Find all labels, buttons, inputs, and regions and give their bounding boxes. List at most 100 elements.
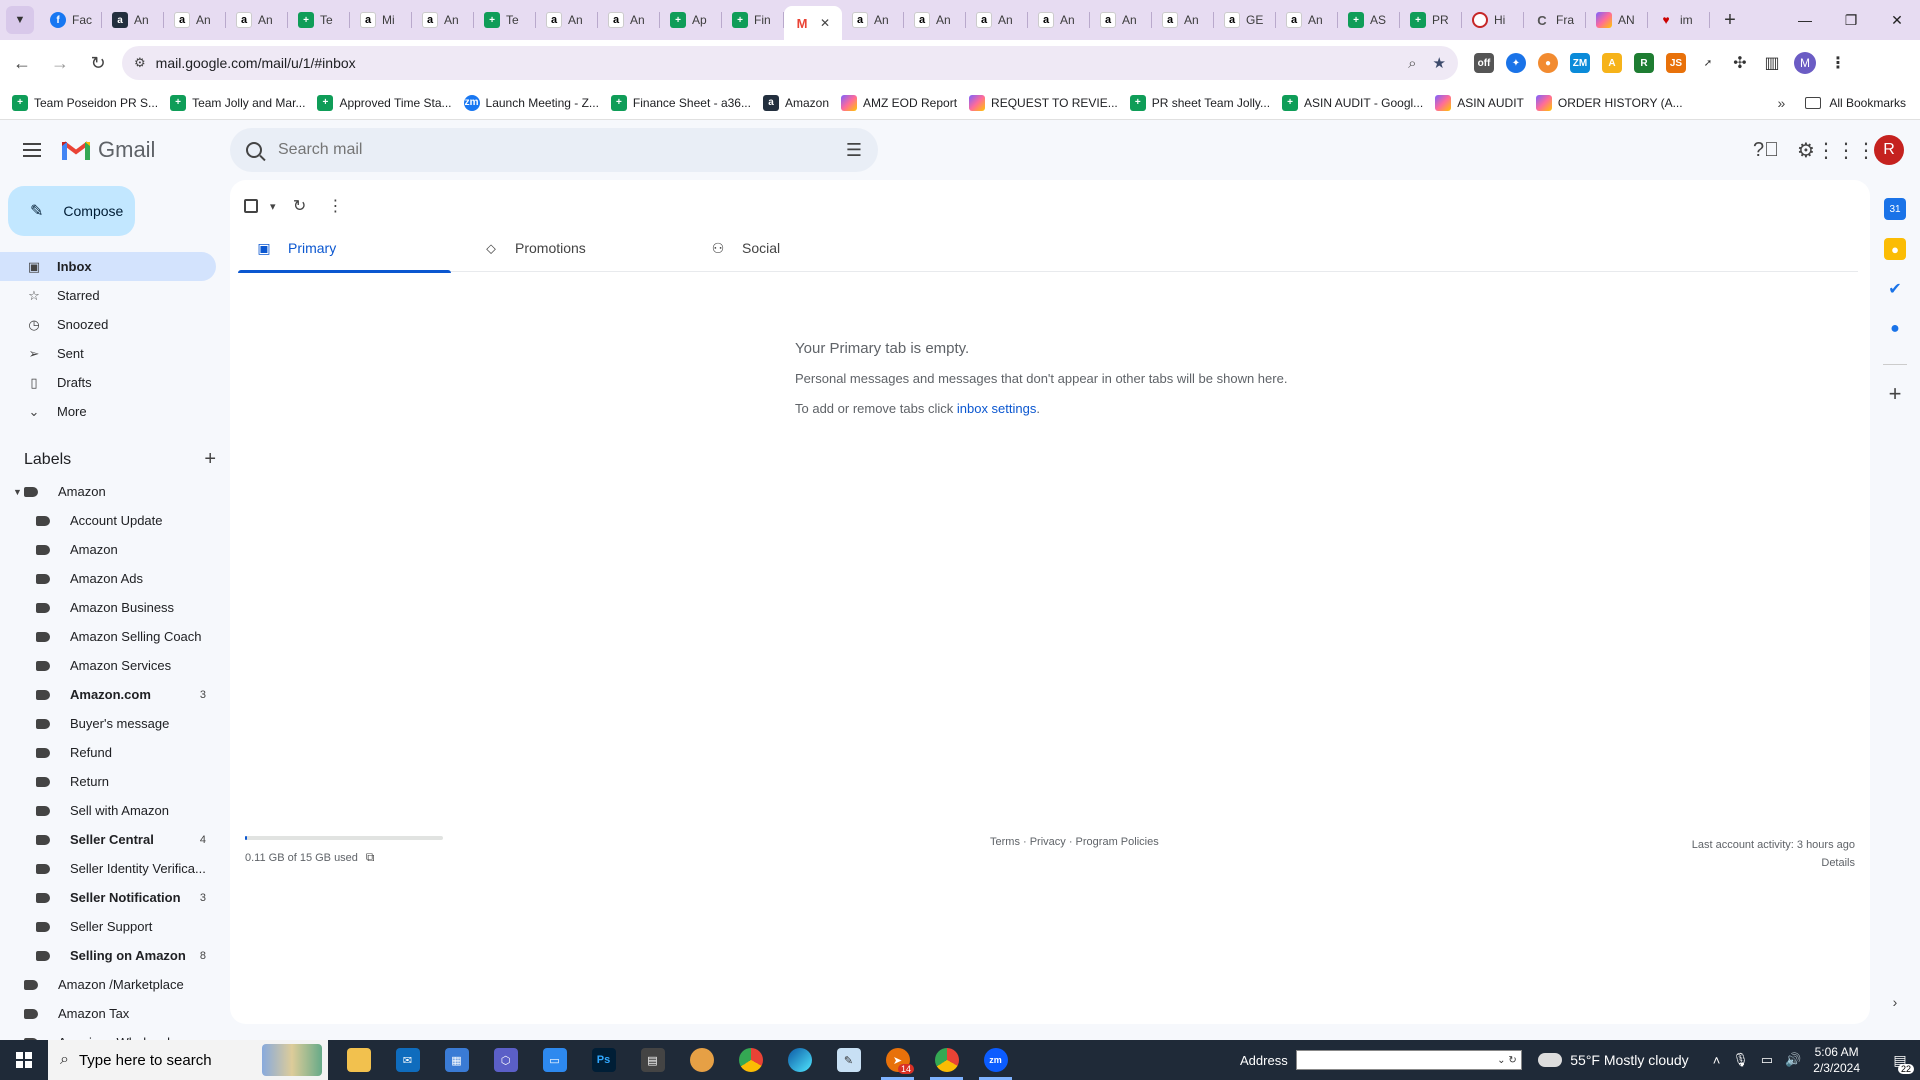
browser-tab[interactable]: + Te	[474, 0, 536, 40]
nav-item-snoozed[interactable]: ◷ Snoozed	[0, 310, 216, 339]
teams-app[interactable]: ⬡	[481, 1040, 530, 1080]
external-link-icon[interactable]: ⧉	[366, 850, 375, 865]
tab-social[interactable]: ⚇ Social	[692, 224, 919, 272]
browser-tab[interactable]: a Mi	[350, 0, 412, 40]
label-item[interactable]: Amazon	[0, 535, 216, 564]
reload-button[interactable]: ↻	[82, 47, 114, 79]
weather-widget[interactable]: 55°F Mostly cloudy	[1534, 1047, 1689, 1068]
browser-tab[interactable]: a An	[1152, 0, 1214, 40]
game-app[interactable]	[677, 1040, 726, 1080]
search-options-icon[interactable]: ☰	[846, 140, 862, 161]
browser-tab[interactable]: C Fra	[1524, 0, 1586, 40]
nav-item-drafts[interactable]: ▯ Drafts	[0, 368, 216, 397]
address-input[interactable]: ⌄ ↻	[1295, 1050, 1522, 1070]
bookmark-item[interactable]: + Approved Time Sta...	[317, 94, 452, 111]
browser-tab[interactable]: a GE	[1214, 0, 1276, 40]
file-explorer-app[interactable]	[334, 1040, 383, 1080]
label-item[interactable]: Refund	[0, 738, 216, 767]
site-info-icon[interactable]: ⚙	[134, 55, 146, 71]
label-item[interactable]: Seller Central 4	[0, 825, 216, 854]
more-bookmarks-icon[interactable]: »	[1778, 95, 1786, 111]
label-item[interactable]: Seller Notification 3	[0, 883, 216, 912]
label-item[interactable]: Account Update	[0, 506, 216, 535]
help-icon[interactable]: ?⃝	[1746, 130, 1786, 170]
browser-tab[interactable]: AN	[1586, 0, 1648, 40]
mail-app[interactable]: ✉	[383, 1040, 432, 1080]
zoom-icon[interactable]: ⌕	[1408, 55, 1416, 72]
bookmark-item[interactable]: AMZ EOD Report	[841, 94, 957, 111]
extensions-puzzle-icon[interactable]: ✣	[1730, 53, 1750, 73]
tab-promotions[interactable]: ⬦ Promotions	[465, 224, 692, 272]
browser-tab[interactable]: a An	[598, 0, 660, 40]
extension-arrow-icon[interactable]: ➚	[1698, 53, 1718, 73]
chrome-profile-app[interactable]	[922, 1040, 971, 1080]
label-item[interactable]: Amazon Business	[0, 593, 216, 622]
browser-tab[interactable]: + Te	[288, 0, 350, 40]
calendar-icon[interactable]: 31	[1884, 198, 1906, 220]
nav-item-inbox[interactable]: ▣ Inbox	[0, 252, 216, 281]
extension-blue-icon[interactable]: ✦	[1506, 53, 1526, 73]
footer-links[interactable]: Terms · Privacy · Program Policies	[990, 836, 1159, 848]
clock[interactable]: 5:06 AM 2/3/2024	[1813, 1044, 1860, 1076]
extension-js-icon[interactable]: JS	[1666, 53, 1686, 73]
apps-grid-icon[interactable]: ⋮⋮⋮	[1816, 130, 1876, 170]
label-item[interactable]: Amazon Selling Coach	[0, 622, 216, 651]
refresh-icon[interactable]: ↻	[288, 196, 312, 216]
extension-zm-icon[interactable]: ZM	[1570, 53, 1590, 73]
get-addons-icon[interactable]: +	[1889, 381, 1902, 407]
bookmark-item[interactable]: ORDER HISTORY (A...	[1535, 94, 1683, 111]
volume-icon[interactable]: 🔊	[1785, 1052, 1801, 1068]
bookmark-star-icon[interactable]: ★	[1433, 54, 1446, 72]
browser-tab[interactable]: ♥ im	[1648, 0, 1710, 40]
bookmark-item[interactable]: + Team Jolly and Mar...	[170, 94, 305, 111]
start-button[interactable]	[0, 1040, 48, 1080]
keep-icon[interactable]: ●	[1884, 238, 1906, 260]
telegram-app[interactable]: ➤ 14	[873, 1040, 922, 1080]
browser-tab[interactable]: a An	[164, 0, 226, 40]
browser-tab[interactable]: + Fin	[722, 0, 784, 40]
label-item[interactable]: Amazon.com 3	[0, 680, 216, 709]
bookmark-item[interactable]: + PR sheet Team Jolly...	[1129, 94, 1270, 111]
bookmark-item[interactable]: a Amazon	[762, 94, 829, 111]
zoom-app[interactable]: zm	[971, 1040, 1020, 1080]
calculator-app[interactable]: ▤	[628, 1040, 677, 1080]
microphone-icon[interactable]: 🎙	[1732, 1052, 1749, 1068]
browser-tab[interactable]: M ✕	[784, 6, 842, 40]
close-window-button[interactable]: ✕	[1874, 0, 1920, 40]
bookmark-item[interactable]: + Team Poseidon PR S...	[12, 94, 158, 111]
minimize-button[interactable]: —	[1782, 0, 1828, 40]
browser-tab[interactable]: a An	[102, 0, 164, 40]
compose-button[interactable]: ✎ Compose	[8, 186, 135, 236]
more-actions-icon[interactable]: ⋮	[324, 196, 348, 216]
tab-close-icon[interactable]: ✕	[820, 16, 830, 30]
bookmark-item[interactable]: + ASIN AUDIT - Googl...	[1282, 94, 1423, 111]
address-bar[interactable]: ⚙ mail.google.com/mail/u/1/#inbox ⌕ ★	[122, 46, 1458, 80]
label-item[interactable]: Amazon /Marketplace	[0, 970, 216, 999]
tab-primary[interactable]: ▣ Primary	[238, 224, 465, 273]
extension-green-icon[interactable]: R	[1634, 53, 1654, 73]
label-item[interactable]: American Wholesaler	[0, 1028, 216, 1040]
extension-orange-icon[interactable]: ●	[1538, 53, 1558, 73]
restore-button[interactable]: ❐	[1828, 0, 1874, 40]
tab-search-button[interactable]: ▼	[6, 6, 34, 34]
details-link[interactable]: Details	[1692, 854, 1855, 872]
create-label-icon[interactable]: +	[204, 448, 216, 471]
bookmark-item[interactable]: ASIN AUDIT	[1435, 94, 1524, 111]
search-input[interactable]	[278, 141, 846, 159]
all-bookmarks-button[interactable]: All Bookmarks	[1805, 96, 1906, 110]
select-dropdown-icon[interactable]: ▾	[270, 200, 276, 213]
store-app[interactable]: ▦	[432, 1040, 481, 1080]
url-text[interactable]: mail.google.com/mail/u/1/#inbox	[156, 55, 1392, 71]
side-panel-icon[interactable]: ▥	[1762, 53, 1782, 73]
forward-button[interactable]: →	[44, 47, 76, 79]
new-tab-button[interactable]: +	[1716, 6, 1744, 34]
browser-profile-avatar[interactable]: M	[1794, 52, 1816, 74]
browser-tab[interactable]: + AS	[1338, 0, 1400, 40]
chrome-app[interactable]	[726, 1040, 775, 1080]
back-button[interactable]: ←	[6, 47, 38, 79]
browser-tab[interactable]: a An	[904, 0, 966, 40]
nav-item-sent[interactable]: ➢ Sent	[0, 339, 216, 368]
label-item[interactable]: Return	[0, 767, 216, 796]
browser-tab[interactable]: a An	[966, 0, 1028, 40]
bookmark-item[interactable]: REQUEST TO REVIE...	[969, 94, 1118, 111]
